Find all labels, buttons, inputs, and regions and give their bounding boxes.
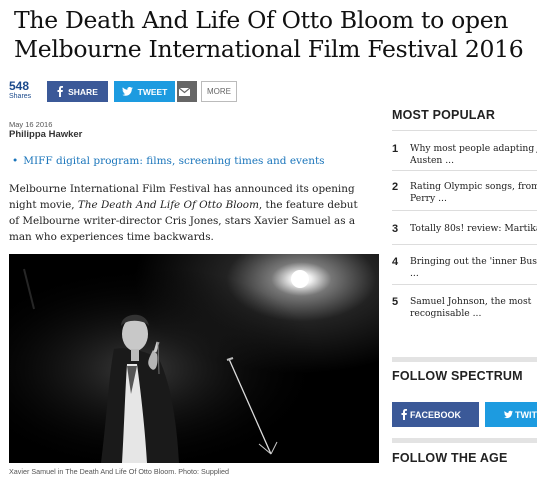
share-count: 548 Shares xyxy=(9,80,45,101)
article-headline: The Death And Life Of Otto Bloom to open… xyxy=(14,6,524,63)
follow-facebook-label: FACEBOOK xyxy=(410,409,462,420)
most-popular-heading: MOST POPULAR xyxy=(392,108,496,122)
section-divider xyxy=(392,438,537,443)
divider xyxy=(392,130,537,131)
popular-item-title-cont[interactable]: Austen ... xyxy=(410,155,454,166)
popular-item-number: 3 xyxy=(392,223,399,235)
performer-photo-graphic xyxy=(9,254,379,463)
more-share-button[interactable]: MORE xyxy=(201,81,237,102)
intro-film-title: The Death And Life Of Otto Bloom xyxy=(77,199,259,211)
section-divider xyxy=(392,357,537,362)
popular-item-number: 5 xyxy=(392,296,399,308)
related-link[interactable]: • MIFF digital program: films, screening … xyxy=(12,155,325,167)
popular-item-number: 1 xyxy=(392,143,399,155)
twitter-icon xyxy=(121,87,133,96)
twitter-icon xyxy=(504,410,513,419)
share-count-number: 548 xyxy=(9,79,30,93)
related-link-text[interactable]: MIFF digital program: films, screening t… xyxy=(23,155,324,167)
photo-caption: Xavier Samuel in The Death And Life Of O… xyxy=(9,467,230,476)
article-author[interactable]: Philippa Hawker xyxy=(9,129,82,140)
popular-item-title-cont[interactable]: Perry ... xyxy=(410,193,447,204)
divider xyxy=(392,210,537,211)
article-photo[interactable] xyxy=(9,254,379,463)
popular-item-title[interactable]: Rating Olympic songs, from K xyxy=(410,181,537,192)
facebook-share-label: SHARE xyxy=(68,86,98,97)
popular-item-title[interactable]: Bringing out the 'inner Bush' xyxy=(410,256,537,267)
email-share-button[interactable] xyxy=(177,81,197,102)
facebook-icon xyxy=(57,86,64,97)
follow-twitter-button[interactable]: TWIT xyxy=(485,402,537,427)
facebook-icon xyxy=(401,409,407,420)
article-intro: Melbourne International Film Festival ha… xyxy=(9,181,359,245)
popular-item-title-cont[interactable]: recognisable ... xyxy=(410,308,481,319)
twitter-tweet-label: TWEET xyxy=(137,86,168,97)
follow-twitter-label: TWIT xyxy=(515,409,537,420)
follow-spectrum-heading: FOLLOW SPECTRUM xyxy=(392,369,523,383)
twitter-tweet-button[interactable]: TWEET xyxy=(114,81,175,102)
divider xyxy=(392,244,537,245)
popular-item-title-cont[interactable]: ... xyxy=(410,268,419,279)
facebook-share-button[interactable]: SHARE xyxy=(47,81,108,102)
bullet-icon: • xyxy=(12,155,19,167)
popular-item-title[interactable]: Samuel Johnson, the most xyxy=(410,296,531,307)
popular-item-number: 2 xyxy=(392,181,399,193)
share-count-label: Shares xyxy=(9,93,32,100)
divider xyxy=(392,284,537,285)
popular-item-title[interactable]: Totally 80s! review: Martika st xyxy=(410,223,537,234)
divider xyxy=(392,170,537,171)
popular-item-title[interactable]: Why most people adapting Jan xyxy=(410,143,537,154)
follow-the-age-heading: FOLLOW THE AGE xyxy=(392,451,508,465)
follow-facebook-button[interactable]: FACEBOOK xyxy=(392,402,479,427)
envelope-icon xyxy=(179,87,190,96)
popular-item-number: 4 xyxy=(392,256,399,268)
article-date: May 16 2016 xyxy=(9,120,53,129)
